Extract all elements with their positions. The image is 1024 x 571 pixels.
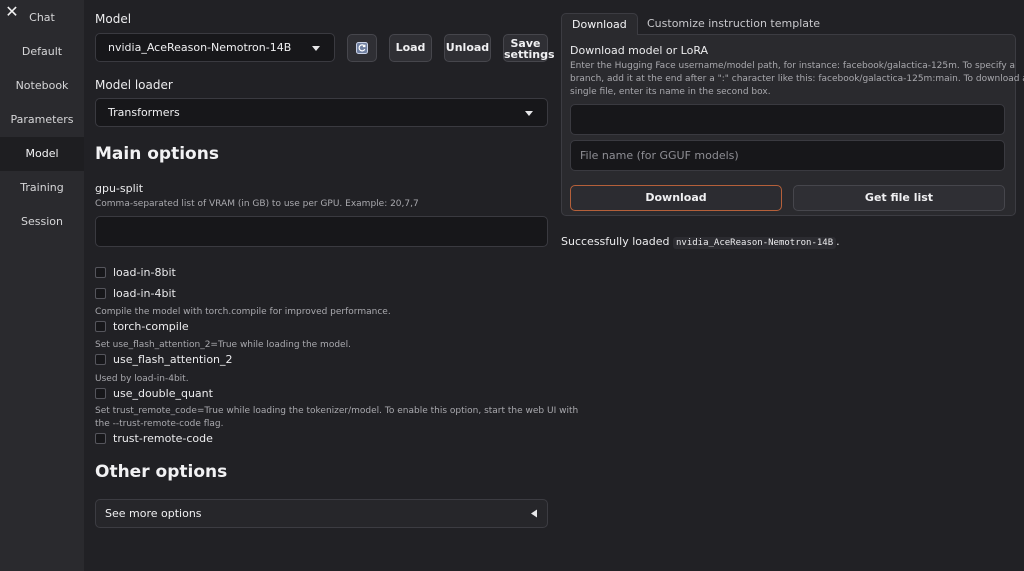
chevron-down-icon: [525, 110, 533, 116]
flash-attention-option[interactable]: use_flash_attention_2: [95, 352, 233, 366]
get-file-list-button[interactable]: Get file list: [793, 185, 1005, 211]
gpu-split-label: gpu-split: [95, 182, 144, 195]
download-button[interactable]: Download: [570, 185, 782, 211]
double-quant-hint: Used by load-in-4bit.: [95, 374, 189, 384]
load-in-8bit-checkbox[interactable]: [95, 266, 106, 278]
refresh-icon: [356, 42, 368, 54]
double-quant-option[interactable]: use_double_quant: [95, 386, 213, 400]
load-in-8bit-label: load-in-8bit: [113, 265, 176, 279]
sidebar-item-notebook[interactable]: Notebook: [0, 69, 84, 103]
model-label: Model: [95, 12, 132, 26]
chevron-down-icon: [312, 45, 320, 51]
see-more-options-accordion[interactable]: See more options: [95, 499, 548, 528]
gpu-split-input[interactable]: [95, 216, 548, 247]
trust-remote-code-hint-1: Set trust_remote_code=True while loading…: [95, 406, 579, 416]
torch-compile-label: torch-compile: [113, 319, 189, 333]
torch-compile-hint: Compile the model with torch.compile for…: [95, 307, 391, 317]
double-quant-checkbox[interactable]: [95, 387, 106, 399]
flash-attention-label: use_flash_attention_2: [113, 352, 233, 366]
double-quant-label: use_double_quant: [113, 386, 213, 400]
sidebar-item-parameters[interactable]: Parameters: [0, 103, 84, 137]
other-options-heading: Other options: [95, 462, 228, 482]
gpu-split-hint: Comma-separated list of VRAM (in GB) to …: [95, 199, 419, 209]
model-loader-label: Model loader: [95, 78, 173, 92]
sidebar: ✕ Chat Default Notebook Parameters Model…: [0, 0, 84, 571]
load-status-prefix: Successfully loaded: [561, 235, 673, 248]
download-panel: Download model or LoRA Enter the Hugging…: [561, 34, 1024, 216]
save-settings-button[interactable]: Save settings: [503, 34, 555, 62]
tab-download[interactable]: Download: [561, 13, 638, 35]
see-more-options-label: See more options: [105, 507, 202, 520]
flash-attention-hint: Set use_flash_attention_2=True while loa…: [95, 340, 351, 350]
load-status-model-name: nvidia_AceReason-Nemotron-14B: [673, 237, 837, 249]
load-status-suffix: .: [836, 235, 840, 248]
trust-remote-code-hint-2: the --trust-remote-code flag.: [95, 419, 224, 429]
caret-left-icon: [531, 509, 537, 518]
model-loader-select[interactable]: Transformers: [95, 98, 548, 127]
download-desc-1: Enter the Hugging Face username/model pa…: [570, 61, 1016, 71]
download-desc-2: branch, add it at the end after a ":" ch…: [570, 74, 1024, 84]
refresh-button[interactable]: [347, 34, 377, 62]
load-status: Successfully loaded nvidia_AceReason-Nem…: [561, 235, 840, 249]
save-settings-line2: settings: [504, 48, 555, 61]
load-in-4bit-option[interactable]: load-in-4bit: [95, 286, 176, 300]
sidebar-item-model[interactable]: Model: [0, 137, 84, 171]
tab-customize-instruction-template[interactable]: Customize instruction template: [637, 13, 830, 35]
flash-attention-checkbox[interactable]: [95, 353, 106, 365]
main-options-heading: Main options: [95, 144, 219, 164]
trust-remote-code-label: trust-remote-code: [113, 431, 213, 445]
trust-remote-code-option[interactable]: trust-remote-code: [95, 431, 213, 445]
model-select[interactable]: nvidia_AceReason-Nemotron-14B: [95, 33, 335, 62]
torch-compile-option[interactable]: torch-compile: [95, 319, 189, 333]
sidebar-item-chat[interactable]: Chat: [0, 1, 84, 35]
load-in-4bit-checkbox[interactable]: [95, 287, 106, 299]
sidebar-item-session[interactable]: Session: [0, 205, 84, 239]
sidebar-item-training[interactable]: Training: [0, 171, 84, 205]
trust-remote-code-checkbox[interactable]: [95, 432, 106, 444]
load-button[interactable]: Load: [389, 34, 432, 62]
model-select-value: nvidia_AceReason-Nemotron-14B: [108, 41, 292, 54]
load-in-8bit-option[interactable]: load-in-8bit: [95, 265, 176, 279]
model-loader-value: Transformers: [108, 106, 180, 119]
download-desc-3: single file, enter its name in the secon…: [570, 87, 771, 97]
model-path-input[interactable]: [570, 104, 1005, 135]
file-name-input[interactable]: [570, 140, 1005, 171]
unload-button[interactable]: Unload: [444, 34, 491, 62]
download-panel-title: Download model or LoRA: [570, 44, 709, 57]
sidebar-item-default[interactable]: Default: [0, 35, 84, 69]
load-in-4bit-label: load-in-4bit: [113, 286, 176, 300]
torch-compile-checkbox[interactable]: [95, 320, 106, 332]
